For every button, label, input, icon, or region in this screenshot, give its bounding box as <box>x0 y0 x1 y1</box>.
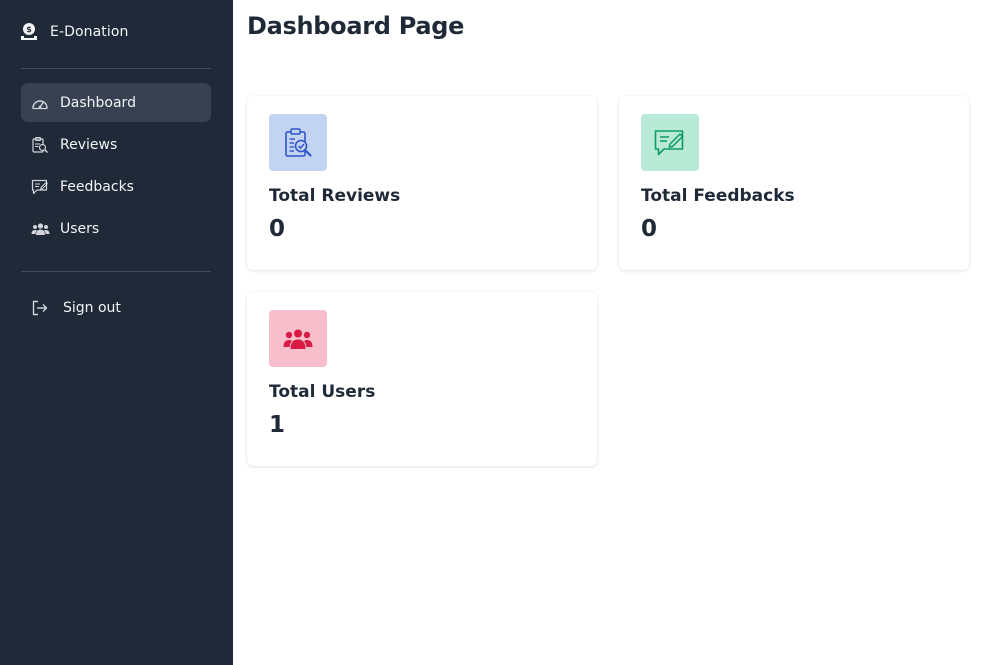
sign-out-icon <box>30 299 50 317</box>
sign-out-button[interactable]: Sign out <box>21 288 211 327</box>
page-title: Dashboard Page <box>247 12 465 40</box>
sidebar: $ E-Donation Dashboard Reviews Feedbacks… <box>0 0 233 665</box>
total-users-card: Total Users 1 <box>247 292 597 466</box>
users-group-icon <box>269 310 327 367</box>
sidebar-item-label: Reviews <box>60 136 118 153</box>
reviews-icon <box>30 136 50 154</box>
main-content: Dashboard Page Total Reviews 0 Total Fee… <box>233 0 981 665</box>
sidebar-item-label: Feedbacks <box>60 178 134 195</box>
card-value: 0 <box>641 216 658 242</box>
total-feedbacks-card: Total Feedbacks 0 <box>619 96 969 270</box>
clipboard-review-icon <box>269 114 327 171</box>
sidebar-item-feedbacks[interactable]: Feedbacks <box>21 167 211 206</box>
sign-out-label: Sign out <box>63 299 121 316</box>
card-title: Total Feedbacks <box>641 186 795 206</box>
sidebar-item-label: Users <box>60 220 100 237</box>
feedback-chat-icon <box>641 114 699 171</box>
feedback-icon <box>30 178 50 196</box>
donation-icon: $ <box>20 22 38 42</box>
card-value: 1 <box>269 412 286 438</box>
sidebar-item-users[interactable]: Users <box>21 209 211 248</box>
total-reviews-card: Total Reviews 0 <box>247 96 597 270</box>
users-icon <box>30 220 50 238</box>
sidebar-divider <box>21 68 211 69</box>
card-value: 0 <box>269 216 286 242</box>
brand[interactable]: $ E-Donation <box>20 20 129 44</box>
svg-text:$: $ <box>26 25 32 34</box>
sidebar-divider <box>21 271 211 272</box>
dashboard-gauge-icon <box>30 94 50 112</box>
card-title: Total Reviews <box>269 186 401 206</box>
card-title: Total Users <box>269 382 376 402</box>
brand-label: E-Donation <box>50 24 129 40</box>
sidebar-item-reviews[interactable]: Reviews <box>21 125 211 164</box>
sidebar-item-label: Dashboard <box>60 94 136 111</box>
sidebar-item-dashboard[interactable]: Dashboard <box>21 83 211 122</box>
